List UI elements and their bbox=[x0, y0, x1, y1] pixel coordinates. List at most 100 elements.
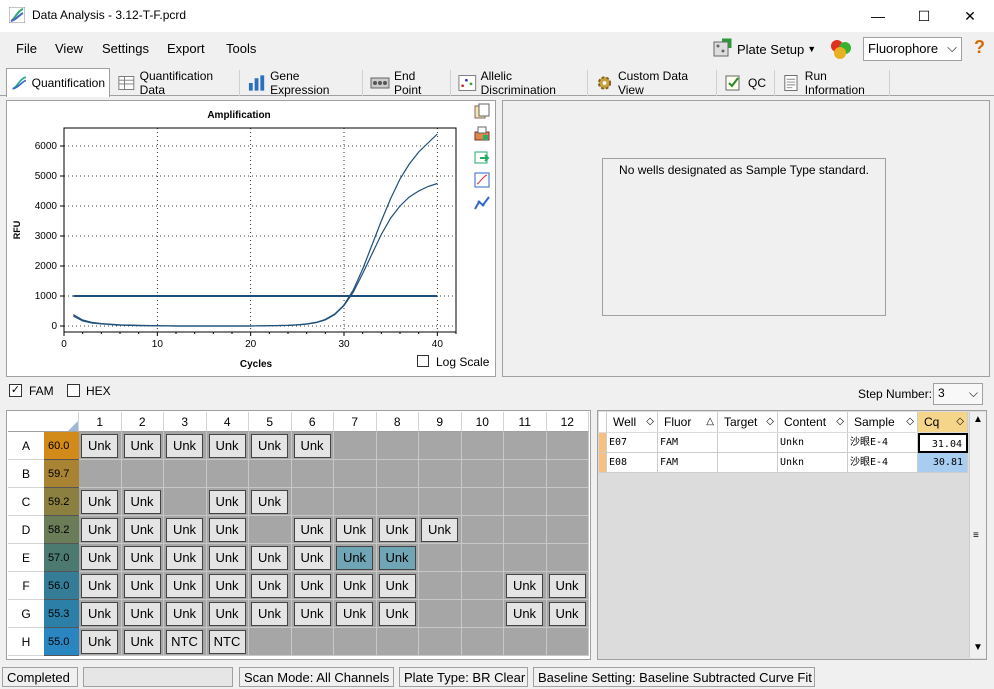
plate-well[interactable] bbox=[121, 460, 164, 488]
copy-icon[interactable] bbox=[474, 103, 490, 119]
plate-well[interactable] bbox=[419, 544, 462, 572]
plate-well[interactable] bbox=[334, 628, 377, 656]
plate-well[interactable] bbox=[461, 544, 504, 572]
plate-well[interactable] bbox=[334, 460, 377, 488]
plate-col-header[interactable]: 5 bbox=[249, 412, 292, 432]
tab-run-information[interactable]: Run Information bbox=[778, 69, 890, 97]
table-cell-well[interactable]: E08 bbox=[607, 453, 658, 473]
hex-checkbox[interactable] bbox=[67, 384, 80, 397]
plate-well[interactable]: Unk bbox=[121, 628, 164, 656]
plate-well[interactable] bbox=[291, 628, 334, 656]
column-header-sample[interactable]: Sample ◇ bbox=[848, 412, 918, 432]
plate-well[interactable]: Unk bbox=[164, 544, 207, 572]
table-cell-content[interactable]: Unkn bbox=[778, 433, 848, 453]
plate-well[interactable] bbox=[546, 516, 589, 544]
plate-well[interactable]: Unk bbox=[376, 572, 419, 600]
plate-well[interactable]: Unk bbox=[334, 516, 377, 544]
plate-col-header[interactable]: 2 bbox=[121, 412, 164, 432]
plate-well[interactable]: Unk bbox=[249, 488, 292, 516]
table-cell-target[interactable] bbox=[718, 433, 778, 453]
column-header-cq[interactable]: Cq ◇ bbox=[918, 412, 968, 432]
plate-well[interactable]: Unk bbox=[164, 600, 207, 628]
plate-well[interactable]: Unk bbox=[79, 572, 122, 600]
plate-well[interactable] bbox=[419, 628, 462, 656]
plate-well[interactable] bbox=[504, 488, 547, 516]
menu-file[interactable]: File bbox=[16, 41, 37, 56]
plate-well[interactable]: Unk bbox=[291, 432, 334, 460]
plate-well[interactable] bbox=[334, 432, 377, 460]
plate-well[interactable] bbox=[376, 488, 419, 516]
plate-well[interactable] bbox=[419, 460, 462, 488]
tab-custom-data-view[interactable]: Custom Data View bbox=[591, 69, 717, 97]
plate-well[interactable] bbox=[79, 460, 122, 488]
plate-well[interactable]: Unk bbox=[206, 572, 249, 600]
menu-export[interactable]: Export bbox=[167, 41, 205, 56]
plate-col-header[interactable]: 3 bbox=[164, 412, 207, 432]
plate-well[interactable] bbox=[504, 460, 547, 488]
export-image-icon[interactable] bbox=[474, 149, 490, 165]
plate-well[interactable]: Unk bbox=[79, 600, 122, 628]
tab-qc[interactable]: QC bbox=[720, 70, 775, 96]
plate-well[interactable] bbox=[546, 544, 589, 572]
plate-well[interactable]: Unk bbox=[121, 544, 164, 572]
print-icon[interactable] bbox=[474, 126, 490, 142]
plate-well[interactable]: Unk bbox=[334, 572, 377, 600]
plate-well[interactable] bbox=[504, 544, 547, 572]
plate-well[interactable]: Unk bbox=[419, 516, 462, 544]
plate-row-header[interactable]: C bbox=[8, 488, 44, 516]
table-cell-cq[interactable]: 31.04 bbox=[918, 433, 968, 453]
plate-well[interactable] bbox=[376, 460, 419, 488]
menu-settings[interactable]: Settings bbox=[102, 41, 149, 56]
plate-well[interactable]: NTC bbox=[164, 628, 207, 656]
plate-well[interactable]: Unk bbox=[249, 572, 292, 600]
table-cell-content[interactable]: Unkn bbox=[778, 453, 848, 473]
column-header-well[interactable]: Well ◇ bbox=[607, 412, 658, 432]
plate-well[interactable]: Unk bbox=[164, 432, 207, 460]
plate-well[interactable]: Unk bbox=[206, 516, 249, 544]
plate-well[interactable] bbox=[419, 432, 462, 460]
plate-well[interactable] bbox=[291, 460, 334, 488]
plate-well[interactable] bbox=[164, 460, 207, 488]
plate-well[interactable]: Unk bbox=[121, 488, 164, 516]
table-cell-sample[interactable]: 沙眼E-4 bbox=[848, 433, 918, 453]
plate-well[interactable]: Unk bbox=[121, 432, 164, 460]
plate-well[interactable]: Unk bbox=[121, 572, 164, 600]
plate-well[interactable] bbox=[546, 460, 589, 488]
plate-well[interactable] bbox=[419, 600, 462, 628]
plate-well[interactable] bbox=[461, 516, 504, 544]
table-cell-sample[interactable]: 沙眼E-4 bbox=[848, 453, 918, 473]
plate-well[interactable] bbox=[504, 432, 547, 460]
plate-well[interactable]: Unk bbox=[79, 544, 122, 572]
plate-col-header[interactable]: 10 bbox=[461, 412, 504, 432]
plate-well[interactable]: Unk bbox=[249, 432, 292, 460]
plate-well[interactable] bbox=[249, 460, 292, 488]
step-number-select[interactable]: 3 ⌵ bbox=[933, 383, 983, 405]
scroll-down-icon[interactable]: ▼ bbox=[973, 642, 983, 653]
plate-well[interactable]: Unk bbox=[334, 600, 377, 628]
menu-tools[interactable]: Tools bbox=[226, 41, 256, 56]
plate-well[interactable] bbox=[504, 628, 547, 656]
plate-setup-button[interactable]: Plate Setup ▼ bbox=[712, 36, 820, 62]
plate-well[interactable] bbox=[376, 628, 419, 656]
plate-well[interactable]: Unk bbox=[164, 516, 207, 544]
table-cell-well[interactable]: E07 bbox=[607, 433, 658, 453]
plate-col-header[interactable]: 6 bbox=[291, 412, 334, 432]
fluorophore-select[interactable]: Fluorophore ⌵ bbox=[863, 37, 962, 61]
plate-row-header[interactable]: E bbox=[8, 544, 44, 572]
plate-row-header[interactable]: D bbox=[8, 516, 44, 544]
plate-well[interactable] bbox=[291, 488, 334, 516]
plate-well[interactable] bbox=[461, 460, 504, 488]
table-cell-cq[interactable]: 30.81 bbox=[918, 453, 968, 473]
traffic-light-icon[interactable] bbox=[828, 38, 854, 62]
plate-row-header[interactable]: B bbox=[8, 460, 44, 488]
tab-quantification-data[interactable]: Quantification Data bbox=[113, 69, 240, 97]
plate-col-header[interactable]: 12 bbox=[546, 412, 589, 432]
plate-well[interactable] bbox=[334, 488, 377, 516]
menu-view[interactable]: View bbox=[55, 41, 83, 56]
tab-allelic-discrimination[interactable]: Allelic Discrimination bbox=[454, 69, 588, 97]
plate-well[interactable]: Unk bbox=[79, 432, 122, 460]
plate-well[interactable]: Unk bbox=[334, 544, 377, 572]
plate-well[interactable]: Unk bbox=[79, 488, 122, 516]
plate-well[interactable] bbox=[461, 432, 504, 460]
tab-quantification[interactable]: Quantification bbox=[6, 68, 110, 97]
